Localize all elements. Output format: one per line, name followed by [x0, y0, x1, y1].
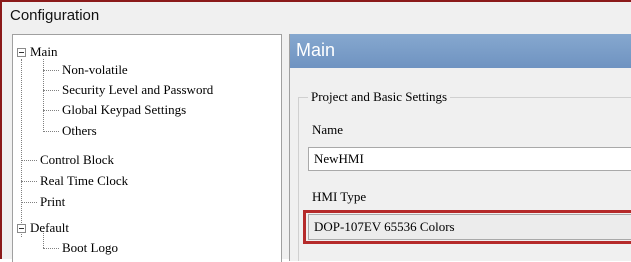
tree-item-security[interactable]: Security Level and Password: [62, 82, 213, 98]
tree-item-default[interactable]: Default: [30, 220, 69, 236]
tree-connector-line: [21, 202, 37, 203]
hmi-type-select[interactable]: DOP-107EV 65536 Colors: [308, 214, 631, 240]
tree-item-main[interactable]: Main: [30, 44, 57, 60]
tree-item-boot-logo[interactable]: Boot Logo: [62, 240, 118, 256]
tree-item-print[interactable]: Print: [40, 194, 65, 210]
hmi-type-label: HMI Type: [312, 189, 367, 204]
tree-item-real-time-clock[interactable]: Real Time Clock: [40, 173, 128, 189]
tree-connector-line: [21, 181, 37, 182]
tree-connector-line: [21, 160, 37, 161]
tree-connector-line: [43, 248, 59, 249]
configuration-window: Configuration Main Non-volatile Security…: [0, 0, 631, 262]
settings-panel: Main Project and Basic Settings Name New…: [289, 34, 631, 261]
panel-header: Main: [290, 34, 631, 68]
name-label: Name: [312, 122, 344, 137]
tree-connector-line: [43, 131, 59, 132]
tree-connector-line: [21, 59, 22, 237]
tree-connector-line: [43, 70, 59, 71]
tree-connector-line: [43, 110, 59, 111]
group-title: Project and Basic Settings: [308, 89, 451, 105]
tree-item-others[interactable]: Others: [62, 123, 97, 139]
settings-tree[interactable]: Main Non-volatile Security Level and Pas…: [12, 34, 282, 262]
window-title: Configuration: [10, 7, 100, 24]
tree-item-control-block[interactable]: Control Block: [40, 152, 114, 168]
collapse-icon[interactable]: [17, 224, 26, 233]
name-field[interactable]: NewHMI: [308, 147, 631, 171]
collapse-icon[interactable]: [17, 48, 26, 57]
tree-connector-line: [43, 90, 59, 91]
tree-item-keypad[interactable]: Global Keypad Settings: [62, 102, 186, 118]
tree-item-non-volatile[interactable]: Non-volatile: [62, 62, 128, 78]
